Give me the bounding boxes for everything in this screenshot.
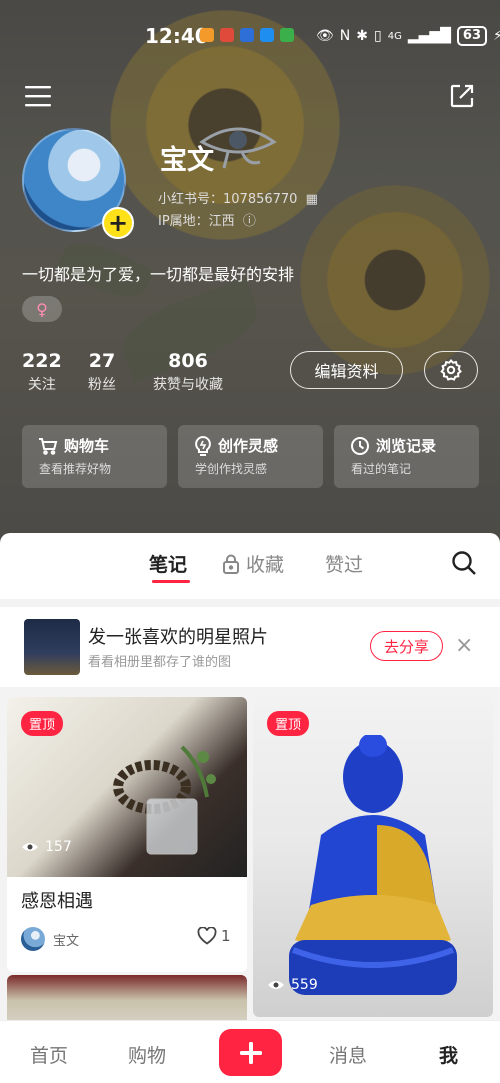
bottom-navigation: 首页 购物 消息 我 (0, 1020, 500, 1083)
quick-link-inspiration[interactable]: 创作灵感 学创作找灵感 (178, 425, 323, 488)
app-notification-icon (200, 28, 214, 42)
like-button[interactable]: 1 (197, 927, 231, 945)
username: 宝文 (160, 145, 214, 176)
signal-icon: ▂▄▆█ (407, 28, 451, 44)
promo-share-button[interactable]: 去分享 (370, 631, 443, 661)
tab-notes[interactable]: 笔记 (149, 550, 187, 577)
pinned-badge: 置顶 (21, 711, 64, 736)
stat-label: 获赞与收藏 (153, 377, 223, 393)
bluetooth-icon: ✱ (356, 28, 368, 44)
author-name: 宝文 (53, 933, 80, 949)
info-icon[interactable]: ⓘ (243, 214, 256, 229)
quick-link-history[interactable]: 浏览记录 看过的笔记 (334, 425, 479, 488)
stat-likes-collects[interactable]: 806 获赞与收藏 (153, 350, 223, 394)
note-card[interactable]: 置顶 157 感恩相遇 宝文 1 (7, 697, 247, 972)
settings-button[interactable] (424, 351, 478, 389)
user-id: 小红书号：107856770 ▦ (158, 188, 318, 207)
nav-messages[interactable]: 消息 (329, 1041, 367, 1068)
view-count: 157 (21, 839, 72, 855)
heart-icon (197, 927, 217, 945)
eye-comfort-icon: 👁 (316, 28, 334, 44)
promo-subtitle: 看看相册里都存了谁的图 (88, 655, 232, 670)
active-tab-indicator (152, 580, 190, 583)
user-id-text: 小红书号：107856770 (158, 192, 298, 207)
network-label: 4G (387, 30, 402, 42)
lock-icon (223, 554, 239, 574)
bulb-icon (195, 435, 211, 456)
app-notification-icon (220, 28, 234, 42)
menu-icon[interactable] (22, 80, 54, 112)
quick-link-subtitle: 学创作找灵感 (195, 462, 268, 476)
tab-label: 收藏 (246, 554, 285, 576)
ip-location-text: IP属地：江西 (158, 214, 235, 229)
note-author[interactable]: 宝文 (21, 927, 79, 951)
promo-banner[interactable]: 发一张喜欢的明星照片 看看相册里都存了谁的图 去分享 × (0, 607, 500, 687)
tab-likes[interactable]: 赞过 (325, 550, 363, 577)
notification-icons (200, 28, 294, 42)
add-avatar-button[interactable]: + (102, 207, 134, 239)
note-title: 感恩相遇 (21, 891, 93, 912)
app-notification-icon (260, 28, 274, 42)
promo-title: 发一张喜欢的明星照片 (88, 627, 268, 648)
quick-link-title: 浏览记录 (376, 437, 437, 455)
bio: 一切都是为了爱，一切都是最好的安排 (22, 265, 295, 284)
profile-page: 12:40 👁 N ✱ ▯ 4G ▂▄▆█ 63 ⚡ + 宝文 小红书号：107… (0, 0, 500, 1083)
nav-shop[interactable]: 购物 (128, 1041, 166, 1068)
note-card[interactable]: 置顶 559 (253, 697, 493, 1017)
tab-collect[interactable]: 收藏 (222, 550, 284, 577)
buddha-statue-image (289, 735, 457, 995)
stat-label: 粉丝 (88, 377, 116, 393)
quick-link-cart[interactable]: 购物车 查看推荐好物 (22, 425, 167, 488)
system-icons: 👁 N ✱ ▯ 4G ▂▄▆█ 63 ⚡ (316, 26, 500, 46)
app-notification-icon (280, 28, 294, 42)
eye-icon (22, 843, 38, 851)
gear-icon (440, 358, 462, 381)
stat-value: 806 (168, 350, 208, 372)
cart-icon (39, 437, 58, 455)
search-icon[interactable] (450, 549, 478, 577)
quick-link-title: 购物车 (64, 437, 110, 455)
view-count-text: 559 (291, 977, 318, 993)
stat-value: 27 (88, 350, 116, 372)
nav-home[interactable]: 首页 (30, 1041, 68, 1068)
plus-icon (239, 1041, 262, 1064)
gender-badge: ♀ (22, 296, 62, 322)
view-count: 559 (267, 977, 318, 993)
nav-me[interactable]: 我 (439, 1041, 458, 1068)
status-bar: 12:40 👁 N ✱ ▯ 4G ▂▄▆█ 63 ⚡ (0, 22, 500, 52)
view-count-text: 157 (45, 839, 72, 855)
note-card[interactable] (7, 975, 247, 1025)
stat-followers[interactable]: 27 粉丝 (88, 350, 116, 394)
pinned-badge: 置顶 (267, 711, 310, 736)
close-icon[interactable]: × (455, 635, 473, 657)
like-count: 1 (221, 927, 231, 945)
stat-label: 关注 (27, 377, 56, 393)
ip-location: IP属地：江西 ⓘ (158, 210, 256, 229)
vibrate-icon: ▯ (374, 28, 382, 44)
share-icon[interactable] (446, 80, 478, 112)
clock-icon (351, 436, 369, 455)
promo-thumbnail (24, 619, 80, 675)
app-notification-icon (240, 28, 254, 42)
battery-icon: 63 (456, 26, 488, 46)
note-image (7, 975, 247, 1025)
stat-value: 222 (22, 350, 62, 372)
stat-following[interactable]: 222 关注 (22, 350, 62, 394)
eye-icon (268, 981, 284, 989)
prayer-beads-image (113, 745, 216, 855)
quick-link-title: 创作灵感 (218, 437, 279, 455)
copy-icon[interactable]: ▦ (306, 192, 318, 207)
quick-link-subtitle: 查看推荐好物 (39, 462, 112, 476)
author-avatar (21, 927, 45, 951)
nfc-icon: N (339, 28, 351, 44)
edit-profile-button[interactable]: 编辑资料 (290, 351, 403, 389)
charging-icon: ⚡ (493, 28, 500, 44)
quick-link-subtitle: 看过的笔记 (351, 462, 412, 476)
add-post-button[interactable] (219, 1029, 282, 1076)
